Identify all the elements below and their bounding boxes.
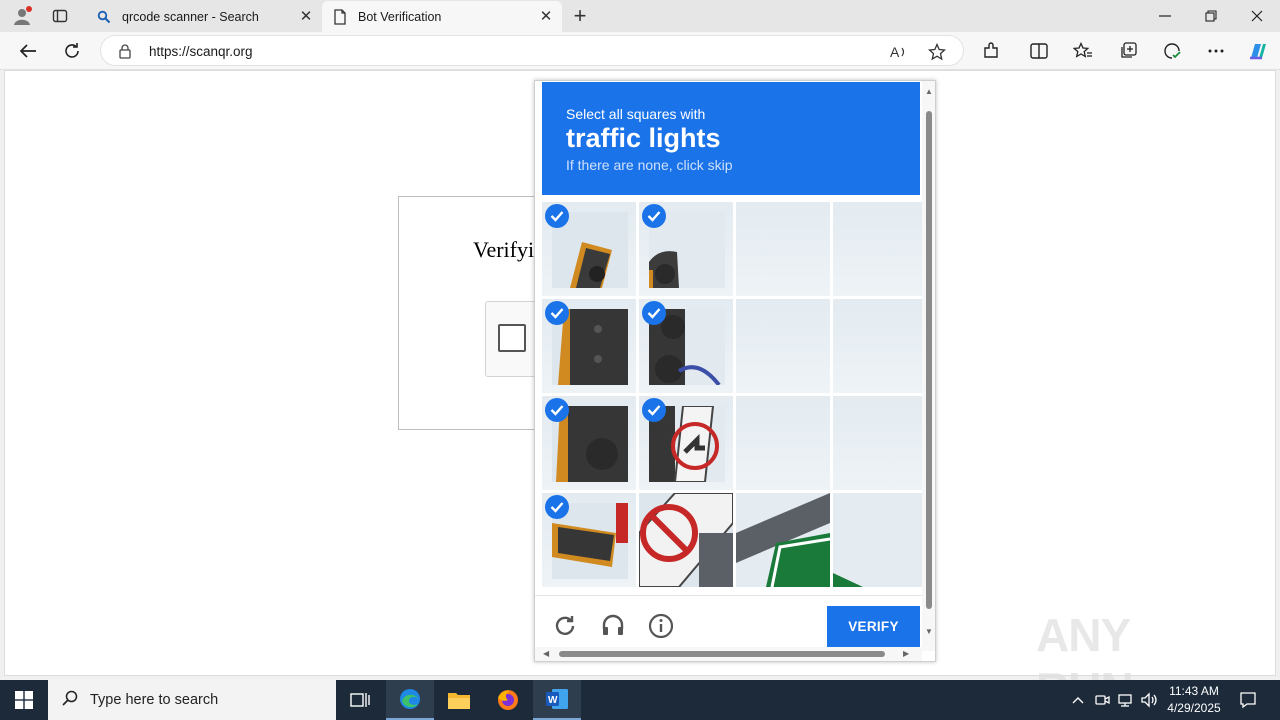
lock-icon[interactable] bbox=[117, 43, 133, 59]
tab-strip: qrcode scanner - Search ✕ Bot Verificati… bbox=[0, 0, 1280, 32]
grid-tile[interactable] bbox=[542, 396, 636, 490]
tab-title: Bot Verification bbox=[358, 9, 442, 24]
captcha-instruction: Select all squares with bbox=[566, 106, 706, 122]
selected-check-icon bbox=[545, 301, 569, 325]
word-icon[interactable]: W bbox=[533, 680, 581, 720]
captcha-challenge: Select all squares with traffic lights I… bbox=[534, 80, 936, 662]
grid-tile[interactable] bbox=[639, 396, 733, 490]
grid-tile[interactable] bbox=[639, 493, 733, 587]
search-icon bbox=[96, 9, 112, 25]
grid-tile[interactable] bbox=[736, 493, 830, 587]
tab-title: qrcode scanner - Search bbox=[122, 9, 259, 24]
back-button[interactable] bbox=[13, 37, 43, 65]
favorite-star-icon[interactable] bbox=[927, 42, 947, 62]
tab-bot-verification[interactable]: Bot Verification ✕ bbox=[322, 1, 562, 32]
address-bar[interactable]: https://scanqr.org A bbox=[100, 35, 964, 66]
selected-check-icon bbox=[545, 398, 569, 422]
edge-taskbar-icon[interactable] bbox=[386, 680, 434, 720]
search-icon bbox=[62, 690, 78, 711]
grid-tile[interactable] bbox=[639, 202, 733, 296]
no-turn-sign-image bbox=[639, 493, 733, 587]
svg-text:W: W bbox=[548, 695, 558, 706]
show-hidden-icons-icon[interactable] bbox=[1068, 690, 1088, 710]
system-clock[interactable]: 11:43 AM 4/29/2025 bbox=[1160, 683, 1228, 717]
captcha-image-grid bbox=[542, 202, 927, 588]
selected-check-icon bbox=[545, 204, 569, 228]
start-button[interactable] bbox=[0, 680, 48, 720]
more-options-icon[interactable] bbox=[1201, 37, 1231, 65]
taskbar-search-box[interactable]: Type here to search bbox=[48, 680, 336, 720]
minimize-button[interactable] bbox=[1142, 0, 1188, 32]
split-screen-icon[interactable] bbox=[1024, 37, 1054, 65]
info-icon[interactable] bbox=[647, 612, 675, 640]
pole-image bbox=[736, 493, 830, 587]
browser-essentials-icon[interactable] bbox=[1157, 37, 1187, 65]
navigation-bar: https://scanqr.org A bbox=[0, 32, 1280, 70]
page-icon bbox=[332, 8, 348, 25]
grid-tile[interactable] bbox=[833, 493, 927, 587]
meet-now-icon[interactable] bbox=[1092, 690, 1112, 710]
grid-tile[interactable] bbox=[542, 299, 636, 393]
not-a-robot-checkbox[interactable] bbox=[498, 324, 526, 352]
grid-tile[interactable] bbox=[833, 299, 927, 393]
volume-icon[interactable] bbox=[1140, 690, 1160, 710]
scroll-right-icon[interactable]: ▶ bbox=[903, 649, 909, 658]
horizontal-scroll-thumb[interactable] bbox=[559, 651, 885, 657]
captcha-target: traffic lights bbox=[566, 123, 721, 153]
reload-icon[interactable] bbox=[551, 612, 579, 640]
grid-tile[interactable] bbox=[542, 493, 636, 587]
read-aloud-icon[interactable]: A bbox=[889, 42, 909, 62]
task-view-button[interactable] bbox=[336, 680, 384, 720]
selected-check-icon bbox=[642, 301, 666, 325]
windows-taskbar: Type here to search W 11:43 AM 4/29/2025 bbox=[0, 680, 1280, 720]
vertical-scrollbar[interactable]: ▲ ▼ bbox=[922, 81, 935, 651]
grid-tile[interactable] bbox=[833, 202, 927, 296]
network-icon[interactable] bbox=[1116, 690, 1136, 710]
verify-button[interactable]: VERIFY bbox=[827, 606, 920, 647]
scroll-left-icon[interactable]: ◀ bbox=[543, 649, 549, 658]
selected-check-icon bbox=[642, 398, 666, 422]
firefox-icon[interactable] bbox=[484, 680, 532, 720]
vertical-scroll-thumb[interactable] bbox=[926, 111, 932, 609]
selected-check-icon bbox=[642, 204, 666, 228]
anyrun-watermark: ANY RUN bbox=[1036, 609, 1134, 715]
close-icon[interactable]: ✕ bbox=[298, 8, 314, 25]
grid-tile[interactable] bbox=[639, 299, 733, 393]
close-icon[interactable]: ✕ bbox=[538, 8, 554, 25]
captcha-footer: VERIFY bbox=[535, 595, 925, 651]
svg-text:A: A bbox=[890, 44, 900, 60]
captcha-hint: If there are none, click skip bbox=[566, 157, 733, 173]
horizontal-scrollbar[interactable]: ◀ ▶ bbox=[535, 647, 922, 661]
verification-title: Verifyi bbox=[473, 237, 535, 262]
sign-image bbox=[833, 493, 927, 587]
scroll-up-icon[interactable]: ▲ bbox=[925, 87, 933, 96]
file-explorer-icon[interactable] bbox=[435, 680, 483, 720]
tab-qrcode-search[interactable]: qrcode scanner - Search ✕ bbox=[86, 1, 322, 32]
extensions-icon[interactable] bbox=[976, 37, 1006, 65]
clock-time: 11:43 AM bbox=[1169, 684, 1219, 698]
copilot-icon[interactable] bbox=[1243, 37, 1273, 65]
grid-tile[interactable] bbox=[736, 299, 830, 393]
scroll-down-icon[interactable]: ▼ bbox=[925, 627, 933, 636]
favorites-icon[interactable] bbox=[1068, 37, 1098, 65]
grid-tile[interactable] bbox=[736, 202, 830, 296]
grid-tile[interactable] bbox=[833, 396, 927, 490]
notifications-icon[interactable] bbox=[1238, 690, 1258, 710]
grid-tile[interactable] bbox=[542, 202, 636, 296]
audio-challenge-icon[interactable] bbox=[599, 612, 627, 640]
captcha-header: Select all squares with traffic lights I… bbox=[542, 82, 920, 195]
profile-icon[interactable] bbox=[8, 4, 36, 28]
refresh-button[interactable] bbox=[57, 37, 87, 65]
tab-actions-icon[interactable] bbox=[46, 4, 74, 28]
taskbar-search-placeholder: Type here to search bbox=[90, 692, 219, 708]
new-tab-button[interactable]: + bbox=[566, 3, 594, 28]
collections-icon[interactable] bbox=[1113, 37, 1143, 65]
url-text[interactable]: https://scanqr.org bbox=[149, 44, 253, 59]
clock-date: 4/29/2025 bbox=[1167, 701, 1221, 715]
grid-tile[interactable] bbox=[736, 396, 830, 490]
selected-check-icon bbox=[545, 495, 569, 519]
restore-button[interactable] bbox=[1188, 0, 1234, 32]
close-window-button[interactable] bbox=[1234, 0, 1280, 32]
